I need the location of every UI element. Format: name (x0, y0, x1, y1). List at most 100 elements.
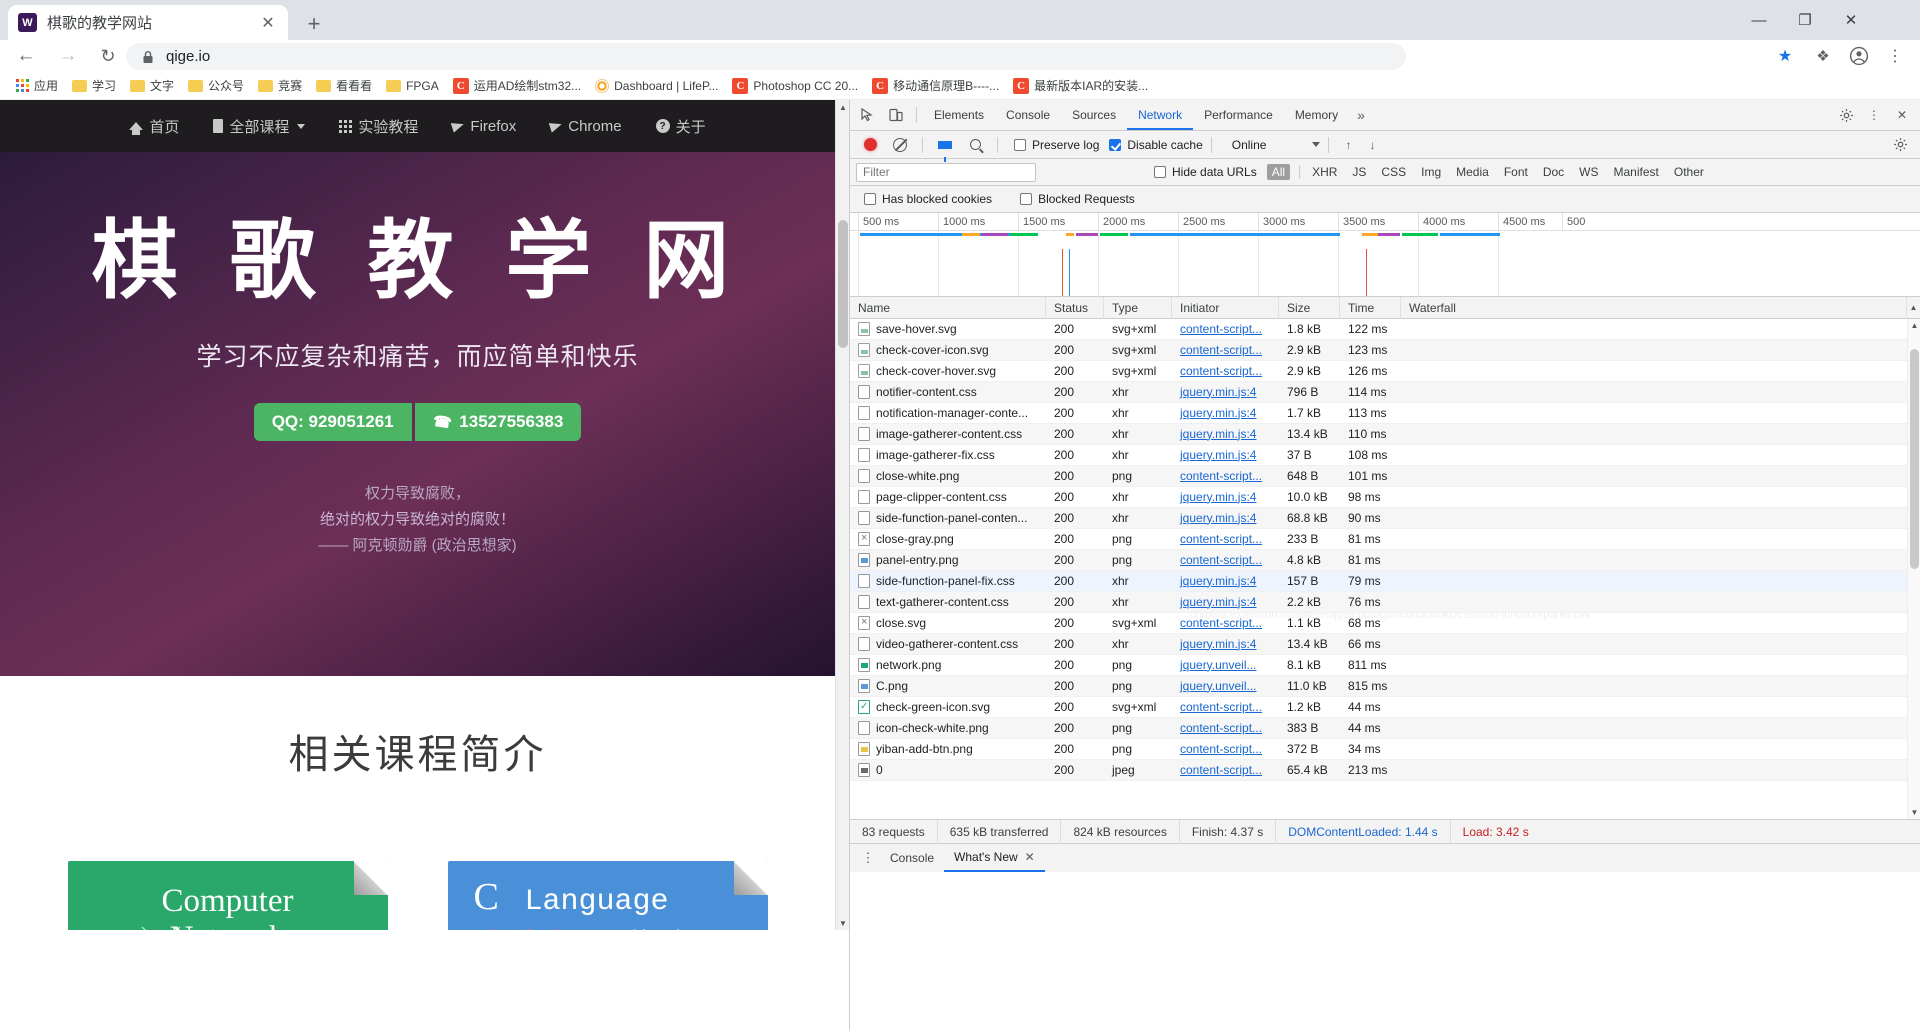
table-row[interactable]: C.png 200 png jquery.unveil... 11.0 kB 815 ms (850, 676, 1920, 697)
request-initiator[interactable]: content-script... (1172, 697, 1279, 718)
table-row[interactable]: yiban-add-btn.png 200 png content-script...… (850, 739, 1920, 760)
table-row[interactable]: icon-check-white.png 200 png content-script… (850, 718, 1920, 739)
search-input[interactable]: Filter (856, 162, 1036, 182)
request-initiator[interactable]: content-script... (1172, 529, 1279, 550)
request-name-cell[interactable]: check-cover-icon.svg (850, 340, 1046, 361)
table-row[interactable]: close-gray.png 200 png content-script... 233… (850, 529, 1920, 550)
chip-font[interactable]: Font (1501, 164, 1531, 180)
bookmark-link-3[interactable]: C Photoshop CC 20... (726, 76, 864, 96)
table-row[interactable]: panel-entry.png 200 png content-script... 4.… (850, 550, 1920, 571)
table-row[interactable]: close-white.png 200 png content-script... 64… (850, 466, 1920, 487)
drawer-tab-whats-new[interactable]: What's New ✕ (944, 844, 1045, 872)
chip-doc[interactable]: Doc (1540, 164, 1567, 180)
chip-js[interactable]: JS (1349, 164, 1369, 180)
request-initiator[interactable]: jquery.min.js:4 (1172, 571, 1279, 592)
scroll-up-icon[interactable]: ▲ (1907, 303, 1920, 312)
reload-button[interactable]: ↻ (90, 40, 126, 72)
request-initiator[interactable]: jquery.unveil... (1172, 676, 1279, 697)
scroll-up-icon[interactable]: ▲ (1908, 319, 1920, 332)
request-name-cell[interactable]: image-gatherer-fix.css (850, 445, 1046, 466)
funnel-icon[interactable] (931, 132, 959, 162)
inspect-cursor-icon[interactable] (854, 102, 882, 128)
request-name-cell[interactable]: C.png (850, 676, 1046, 697)
maximize-button[interactable]: ❐ (1782, 0, 1828, 40)
bookmark-apps[interactable]: 应用 (10, 75, 64, 96)
more-tabs-icon[interactable]: » (1349, 107, 1373, 123)
table-row[interactable]: text-gatherer-content.css 200 xhr jquery.mi… (850, 592, 1920, 613)
kebab-menu-icon[interactable]: ⋮ (856, 850, 880, 866)
scroll-down-icon[interactable]: ▼ (1908, 806, 1920, 819)
phone-badge[interactable]: ☎ 13527556383 (414, 402, 582, 441)
request-name-cell[interactable]: close-white.png (850, 466, 1046, 487)
drawer-tab-console[interactable]: Console (880, 844, 944, 872)
request-name-cell[interactable]: check-cover-hover.svg (850, 361, 1046, 382)
scrollbar-thumb[interactable] (1910, 349, 1919, 569)
request-initiator[interactable]: content-script... (1172, 319, 1279, 340)
request-name-cell[interactable]: 0 (850, 760, 1046, 781)
table-row[interactable]: image-gatherer-content.css 200 xhr jquery.m… (850, 424, 1920, 445)
table-row[interactable]: save-hover.svg 200 svg+xml content-script..… (850, 319, 1920, 340)
table-row[interactable]: notification-manager-conte... 200 xhr jquer… (850, 403, 1920, 424)
request-name-cell[interactable]: close-gray.png (850, 529, 1046, 550)
table-row[interactable]: check-cover-icon.svg 200 svg+xml content-sc… (850, 340, 1920, 361)
request-name-cell[interactable]: image-gatherer-content.css (850, 424, 1046, 445)
table-row[interactable]: check-green-icon.svg 200 svg+xml content-sc… (850, 697, 1920, 718)
bookmark-star-icon[interactable]: ★ (1768, 40, 1802, 72)
request-initiator[interactable]: content-script... (1172, 613, 1279, 634)
bookmark-folder-3[interactable]: 公众号 (182, 75, 250, 96)
request-name-cell[interactable]: notification-manager-conte... (850, 403, 1046, 424)
request-name-cell[interactable]: panel-entry.png (850, 550, 1046, 571)
minimize-button[interactable]: — (1736, 0, 1782, 40)
hide-data-urls-checkbox[interactable]: Hide data URLs (1154, 165, 1257, 179)
sidebar-item-lab-tutorials[interactable]: 实验教程 (339, 116, 418, 137)
chip-media[interactable]: Media (1453, 164, 1492, 180)
request-name-cell[interactable]: yiban-add-btn.png (850, 739, 1046, 760)
bookmark-link-5[interactable]: C 最新版本IAR的安装... (1007, 75, 1154, 96)
requests-table-body[interactable]: chrome-extension://ibelaeehajgefhppiocpm… (850, 319, 1920, 819)
qq-badge[interactable]: QQ: 929051261 (253, 402, 412, 441)
tab-console[interactable]: Console (995, 100, 1061, 130)
column-header-initiator[interactable]: Initiator (1172, 296, 1279, 319)
kebab-menu-icon[interactable]: ⋮ (1860, 102, 1888, 128)
request-initiator[interactable]: content-script... (1172, 550, 1279, 571)
browser-tab[interactable]: W 棋歌的教学网站 ✕ (8, 5, 288, 40)
column-header-waterfall[interactable]: Waterfall (1401, 296, 1907, 319)
scroll-up-icon[interactable]: ▲ (836, 100, 850, 114)
table-row[interactable]: notifier-content.css 200 xhr jquery.min.js:… (850, 382, 1920, 403)
chip-css[interactable]: CSS (1378, 164, 1409, 180)
bookmark-folder-4[interactable]: 竞赛 (252, 75, 308, 96)
import-har-icon[interactable]: ↑ (1337, 138, 1359, 152)
bookmark-link-4[interactable]: C 移动通信原理B----... (866, 75, 1005, 96)
request-name-cell[interactable]: side-function-panel-fix.css (850, 571, 1046, 592)
avatar[interactable] (1842, 40, 1876, 72)
request-initiator[interactable]: content-script... (1172, 466, 1279, 487)
has-blocked-cookies-checkbox[interactable]: Has blocked cookies (864, 192, 992, 206)
gear-icon[interactable] (1832, 102, 1860, 128)
device-toggle-icon[interactable] (882, 102, 910, 128)
column-header-time[interactable]: Time (1340, 296, 1401, 319)
scrollbar-thumb[interactable] (838, 220, 848, 348)
close-icon[interactable]: ✕ (1888, 102, 1916, 128)
request-initiator[interactable]: jquery.min.js:4 (1172, 508, 1279, 529)
chip-other[interactable]: Other (1671, 164, 1707, 180)
request-initiator[interactable]: content-script... (1172, 340, 1279, 361)
request-name-cell[interactable]: page-clipper-content.css (850, 487, 1046, 508)
table-row[interactable]: image-gatherer-fix.css 200 xhr jquery.min.j… (850, 445, 1920, 466)
request-initiator[interactable]: jquery.min.js:4 (1172, 634, 1279, 655)
table-row[interactable]: close.svg 200 svg+xml content-script... 1.1 … (850, 613, 1920, 634)
request-name-cell[interactable]: notifier-content.css (850, 382, 1046, 403)
record-button[interactable] (856, 132, 884, 158)
extensions-icon[interactable]: ❖ (1806, 40, 1840, 72)
back-button[interactable]: ← (8, 40, 44, 72)
request-initiator[interactable]: content-script... (1172, 718, 1279, 739)
sidebar-item-chrome[interactable]: Chrome (548, 118, 622, 135)
close-icon[interactable]: ✕ (1025, 843, 1035, 871)
table-row[interactable]: side-function-panel-conten... 200 xhr jquer… (850, 508, 1920, 529)
chip-manifest[interactable]: Manifest (1611, 164, 1662, 180)
disable-cache-checkbox[interactable]: Disable cache (1109, 138, 1203, 152)
chip-xhr[interactable]: XHR (1309, 164, 1340, 180)
chip-all[interactable]: All (1266, 164, 1291, 180)
request-initiator[interactable]: jquery.min.js:4 (1172, 403, 1279, 424)
tab-sources[interactable]: Sources (1061, 100, 1127, 130)
bookmark-link-2[interactable]: Dashboard | LifeP... (589, 77, 724, 95)
